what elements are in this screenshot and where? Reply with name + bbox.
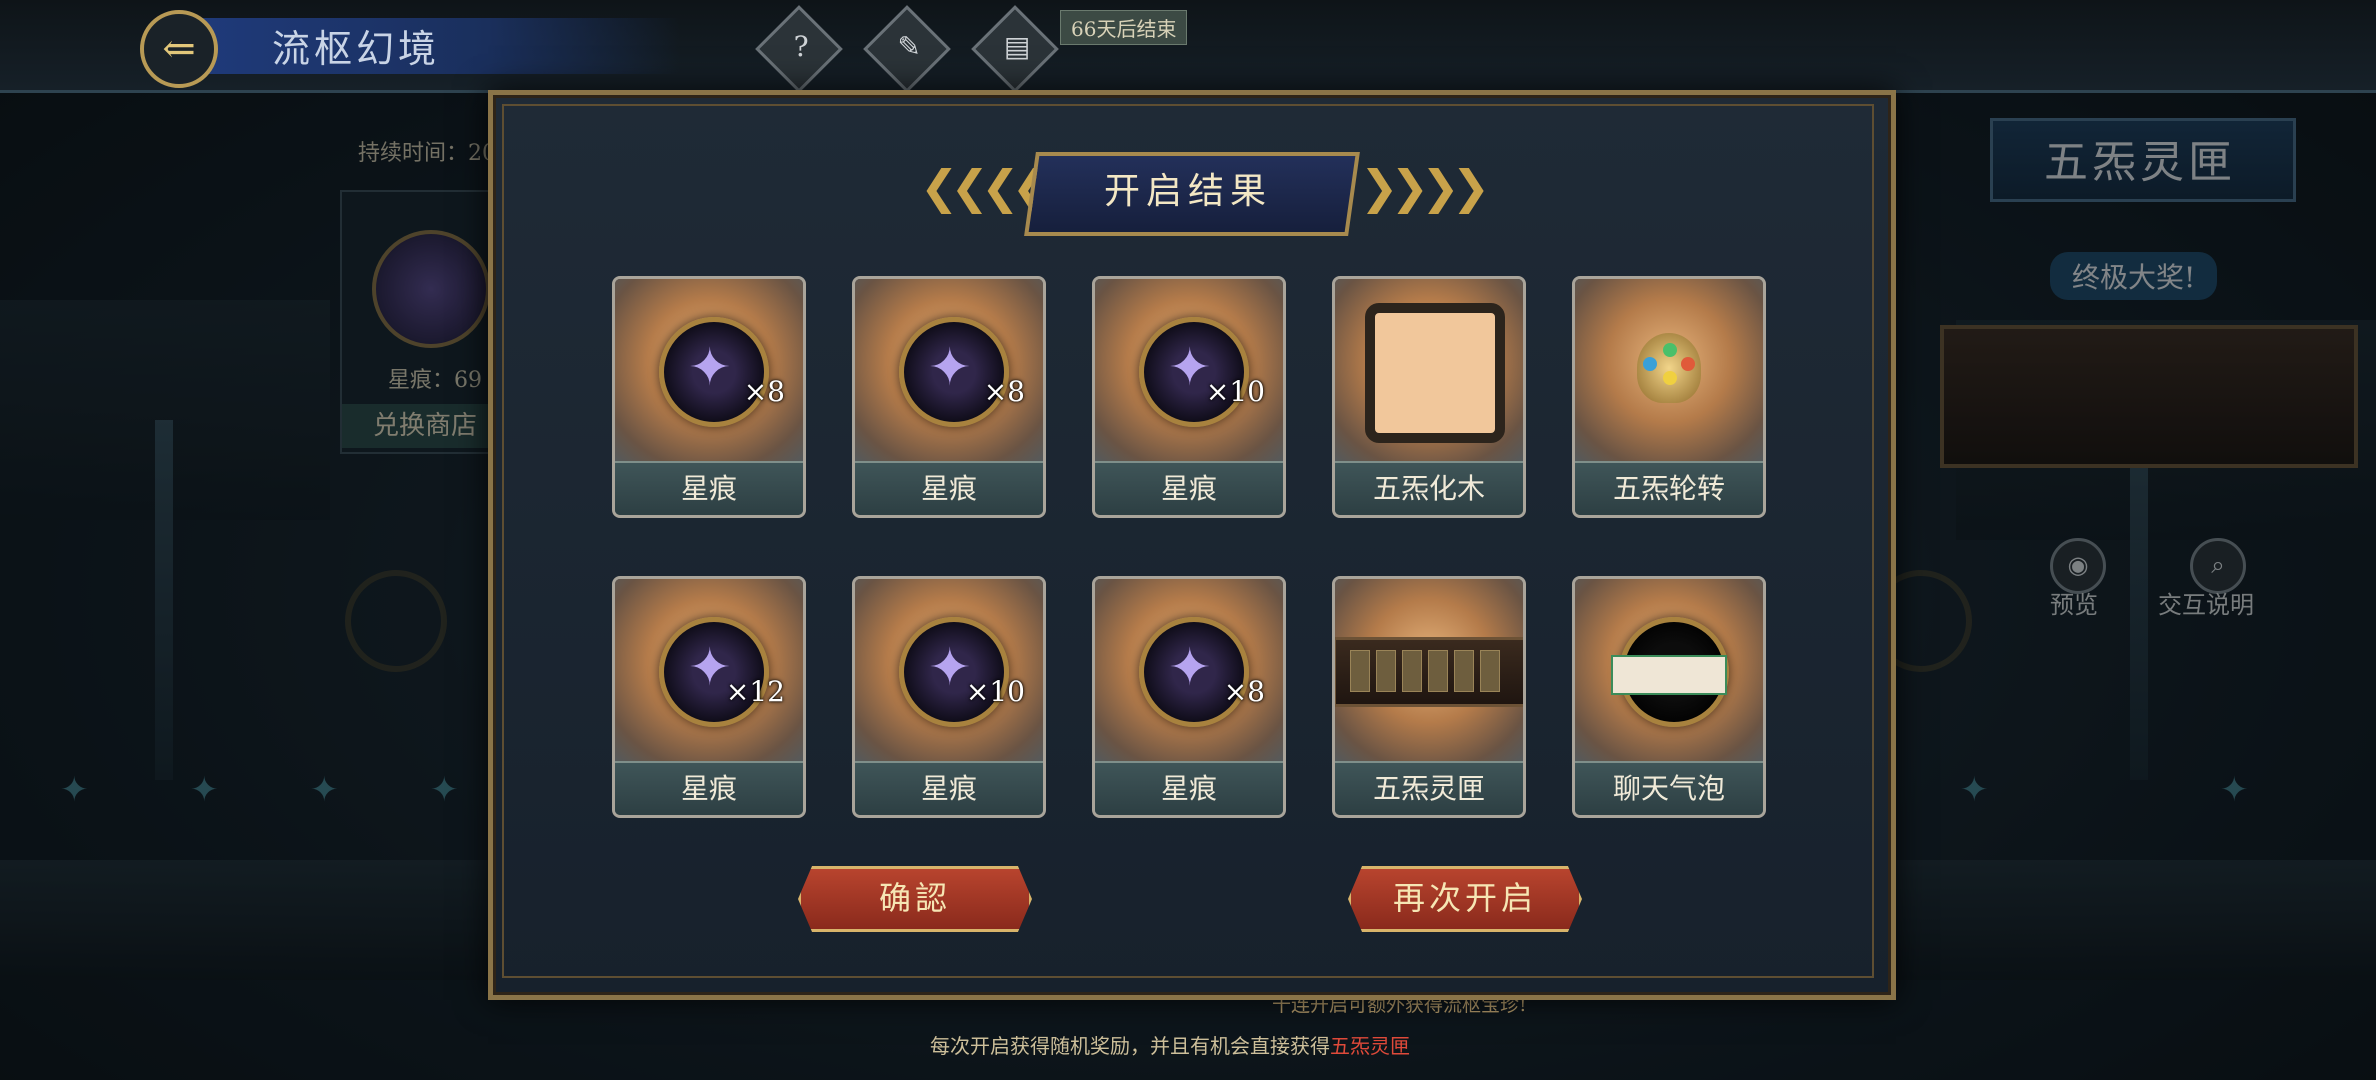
reward-name: 聊天气泡 <box>1575 761 1763 815</box>
star-mark-icon: ✦ <box>1139 317 1249 427</box>
chest-icon <box>1335 637 1523 707</box>
confirm-button[interactable]: 确認 <box>798 866 1032 932</box>
chat-bubble-icon <box>1611 655 1727 695</box>
reward-art: ✦ ×8 <box>1095 579 1283 761</box>
reward-name: 星痕 <box>1095 761 1283 815</box>
reward-art: ✦ ×10 <box>1095 279 1283 461</box>
reward-card[interactable]: 五炁轮转 <box>1572 276 1766 518</box>
reward-card[interactable]: ✦ ×8 星痕 <box>612 276 806 518</box>
reward-art <box>1575 579 1763 761</box>
reward-name: 星痕 <box>855 461 1043 515</box>
star-mark-icon: ✦ <box>899 317 1009 427</box>
frame-icon <box>1365 303 1505 443</box>
star-mark-icon: ✦ <box>1139 617 1249 727</box>
reward-quantity: ×8 <box>983 375 1025 408</box>
reward-name: 星痕 <box>615 761 803 815</box>
reward-name: 星痕 <box>855 761 1043 815</box>
chevron-left-icon: ❮❮❮❮ <box>920 160 1050 214</box>
back-arrow-icon[interactable]: ⇐ <box>140 10 218 88</box>
footer-note: 每次开启获得随机奖励，并且有机会直接获得五炁灵匣 <box>930 1030 1410 1059</box>
footer-note-highlight: 五炁灵匣 <box>1330 1034 1410 1058</box>
reward-quantity: ×12 <box>725 675 785 708</box>
question-icon[interactable]: ? <box>755 5 843 93</box>
reward-art: ✦ ×8 <box>615 279 803 461</box>
reward-name: 五炁灵匣 <box>1335 761 1523 815</box>
reopen-button[interactable]: 再次开启 <box>1348 866 1582 932</box>
reward-card[interactable]: 五炁灵匣 <box>1332 576 1526 818</box>
reward-name: 五炁轮转 <box>1575 461 1763 515</box>
reward-quantity: ×8 <box>743 375 785 408</box>
star-mark-icon: ✦ <box>899 617 1009 727</box>
event-countdown: 66天后结束 <box>1060 10 1188 45</box>
reward-quantity: ×10 <box>1205 375 1265 408</box>
reward-card[interactable]: ✦ ×10 星痕 <box>852 576 1046 818</box>
reward-name: 星痕 <box>615 461 803 515</box>
reward-card[interactable]: 聊天气泡 <box>1572 576 1766 818</box>
reward-card[interactable]: ✦ ×8 星痕 <box>852 276 1046 518</box>
reward-art: ✦ ×12 <box>615 579 803 761</box>
chevron-right-icon: ❯❯❯❯ <box>1360 160 1490 214</box>
page-title: 流枢幻境 <box>272 27 441 71</box>
scroll-icon[interactable]: ✎ <box>863 5 951 93</box>
star-mark-icon: ✦ <box>659 317 769 427</box>
reward-name: 五炁化木 <box>1335 461 1523 515</box>
lamp-icon <box>1627 313 1711 433</box>
modal-title: 开启结果 <box>1103 171 1272 212</box>
reward-quantity: ×8 <box>1223 675 1265 708</box>
reward-card[interactable]: ✦ ×8 星痕 <box>1092 576 1286 818</box>
reward-art <box>1335 579 1523 761</box>
book-icon[interactable]: ▤ <box>971 5 1059 93</box>
reward-card[interactable]: ✦ ×12 星痕 <box>612 576 806 818</box>
reward-quantity: ×10 <box>965 675 1025 708</box>
reward-art: ✦ ×8 <box>855 279 1043 461</box>
reward-art <box>1335 279 1523 461</box>
reward-name: 星痕 <box>1095 461 1283 515</box>
reward-card[interactable]: 五炁化木 <box>1332 276 1526 518</box>
star-mark-icon: ✦ <box>659 617 769 727</box>
reward-card[interactable]: ✦ ×10 星痕 <box>1092 276 1286 518</box>
top-bar: ⇐ 流枢幻境 ? ✎ ▤ 66天后结束 <box>0 0 2376 93</box>
footer-note-text: 每次开启获得随机奖励，并且有机会直接获得 <box>930 1034 1330 1058</box>
reward-art: ✦ ×10 <box>855 579 1043 761</box>
reward-art <box>1575 279 1763 461</box>
